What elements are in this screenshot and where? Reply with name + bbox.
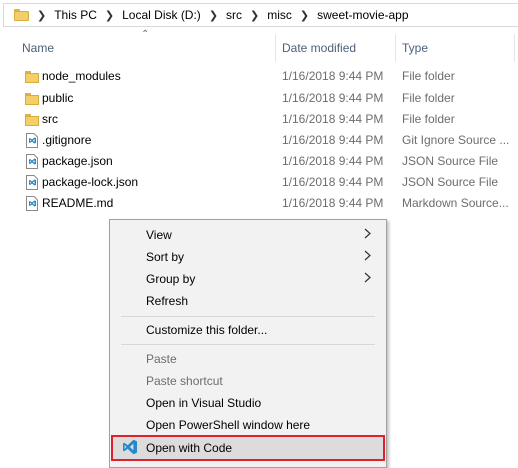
column-divider[interactable] xyxy=(514,34,515,62)
file-row[interactable]: .gitignore 1/16/2018 9:44 PM Git Ignore … xyxy=(0,130,518,151)
menu-item-label: Customize this folder... xyxy=(146,323,268,337)
file-name: node_modules xyxy=(42,69,121,83)
menu-item-label: Paste shortcut xyxy=(146,374,223,388)
chevron-right-icon xyxy=(364,228,371,239)
column-header-type[interactable]: Type xyxy=(402,41,428,55)
column-divider[interactable] xyxy=(395,34,396,62)
menu-item-group-by[interactable]: Group by xyxy=(112,268,384,290)
file-date-modified: 1/16/2018 9:44 PM xyxy=(282,196,384,210)
breadcrumb-src[interactable]: src xyxy=(226,8,242,22)
file-date-modified: 1/16/2018 9:44 PM xyxy=(282,112,384,126)
file-row[interactable]: node_modules 1/16/2018 9:44 PM File fold… xyxy=(0,66,518,87)
file-row[interactable]: package.json 1/16/2018 9:44 PM JSON Sour… xyxy=(0,151,518,172)
file-date-modified: 1/16/2018 9:44 PM xyxy=(282,133,384,147)
chevron-right-icon[interactable]: ❯ xyxy=(97,9,122,22)
file-name: .gitignore xyxy=(42,133,92,147)
folder-icon xyxy=(25,113,39,127)
column-headers: Name Date modified Type xyxy=(0,34,518,62)
menu-item-customize-folder[interactable]: Customize this folder... xyxy=(112,319,384,341)
vscode-file-icon xyxy=(25,196,39,211)
file-type: File folder xyxy=(402,69,455,83)
menu-separator xyxy=(121,344,375,345)
vscode-file-icon xyxy=(25,133,39,148)
sort-ascending-icon: ⌃ xyxy=(141,29,150,40)
context-menu: View Sort by Group by Refresh Customize … xyxy=(109,219,387,468)
column-header-name[interactable]: Name xyxy=(22,41,54,55)
menu-item-label: View xyxy=(146,228,172,242)
chevron-right-icon[interactable]: ❯ xyxy=(242,9,267,22)
column-divider[interactable] xyxy=(275,34,276,62)
menu-item-paste-shortcut[interactable]: Paste shortcut xyxy=(112,370,384,392)
breadcrumb-this-pc[interactable]: This PC xyxy=(54,8,97,22)
menu-item-label: Group by xyxy=(146,272,196,286)
vscode-file-icon xyxy=(25,175,39,190)
folder-icon xyxy=(25,70,39,84)
menu-separator xyxy=(121,316,375,317)
chevron-right-icon xyxy=(364,250,371,261)
folder-icon xyxy=(14,9,29,21)
menu-item-label: Open with Code xyxy=(146,441,233,455)
menu-item-label: Open in Visual Studio xyxy=(146,396,262,410)
file-row[interactable]: README.md 1/16/2018 9:44 PM Markdown Sou… xyxy=(0,193,518,214)
file-type: Markdown Source... xyxy=(402,196,509,210)
file-type: JSON Source File xyxy=(402,154,499,168)
chevron-right-icon[interactable]: ❯ xyxy=(29,9,54,22)
menu-item-open-powershell[interactable]: Open PowerShell window here xyxy=(112,414,384,436)
menu-item-label: Sort by xyxy=(146,250,185,264)
file-name: public xyxy=(42,91,74,105)
breadcrumb-local-disk[interactable]: Local Disk (D:) xyxy=(122,8,201,22)
menu-item-view[interactable]: View xyxy=(112,224,384,246)
file-row[interactable]: public 1/16/2018 9:44 PM File folder xyxy=(0,88,518,109)
chevron-right-icon[interactable]: ❯ xyxy=(201,9,226,22)
breadcrumb-sweet-movie-app[interactable]: sweet-movie-app xyxy=(317,8,408,22)
menu-item-label: Open PowerShell window here xyxy=(146,418,311,432)
breadcrumb-misc[interactable]: misc xyxy=(267,8,292,22)
file-name: package.json xyxy=(42,154,113,168)
file-name: src xyxy=(42,112,58,126)
address-bar[interactable]: ❯ This PC ❯ Local Disk (D:) ❯ src ❯ misc… xyxy=(3,3,518,27)
column-header-date-modified[interactable]: Date modified xyxy=(282,41,356,55)
vscode-file-icon xyxy=(25,154,39,169)
file-type: File folder xyxy=(402,112,455,126)
file-date-modified: 1/16/2018 9:44 PM xyxy=(282,175,384,189)
file-date-modified: 1/16/2018 9:44 PM xyxy=(282,69,384,83)
chevron-right-icon xyxy=(364,272,371,283)
menu-item-sort-by[interactable]: Sort by xyxy=(112,246,384,268)
menu-item-paste[interactable]: Paste xyxy=(112,348,384,370)
file-type: Git Ignore Source ... xyxy=(402,133,510,147)
file-type: File folder xyxy=(402,91,455,105)
menu-item-open-in-visual-studio[interactable]: Open in Visual Studio xyxy=(112,392,384,414)
vscode-icon xyxy=(123,439,137,455)
menu-item-label: Paste xyxy=(146,352,177,366)
file-type: JSON Source File xyxy=(402,175,499,189)
file-date-modified: 1/16/2018 9:44 PM xyxy=(282,154,384,168)
menu-item-label: Refresh xyxy=(146,294,189,308)
menu-item-open-with-code[interactable]: Open with Code xyxy=(111,435,385,461)
menu-item-refresh[interactable]: Refresh xyxy=(112,290,384,312)
file-name: README.md xyxy=(42,196,114,210)
folder-icon xyxy=(25,92,39,106)
file-name: package-lock.json xyxy=(42,175,139,189)
file-row[interactable]: package-lock.json 1/16/2018 9:44 PM JSON… xyxy=(0,172,518,193)
file-date-modified: 1/16/2018 9:44 PM xyxy=(282,91,384,105)
chevron-right-icon[interactable]: ❯ xyxy=(292,9,317,22)
file-row[interactable]: src 1/16/2018 9:44 PM File folder xyxy=(0,109,518,130)
